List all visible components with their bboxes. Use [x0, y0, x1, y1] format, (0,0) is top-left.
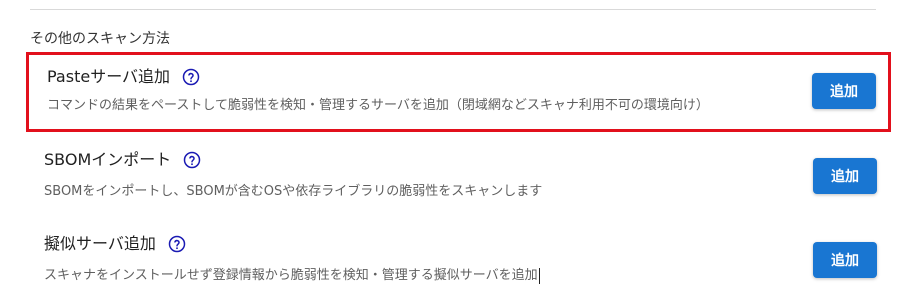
item-title-container: 擬似サーバ追加 [44, 234, 186, 254]
help-circle-icon[interactable] [168, 235, 186, 253]
text-cursor [538, 267, 540, 284]
scan-method-pseudo-server: 擬似サーバ追加 スキャナをインストールせず登録情報から脆弱性を検知・管理する擬似… [26, 226, 891, 298]
scan-method-paste-server: Pasteサーバ追加 コマンドの結果をペーストして脆弱性を検知・管理するサーバを… [26, 52, 891, 132]
top-divider [30, 9, 876, 10]
item-title-container: SBOMインポート [44, 150, 201, 170]
item-title: 擬似サーバ追加 [44, 234, 156, 253]
item-title: SBOMインポート [44, 150, 172, 169]
item-title-container: Pasteサーバ追加 [47, 67, 200, 87]
item-title: Pasteサーバ追加 [47, 67, 171, 86]
section-title: その他のスキャン方法 [30, 31, 170, 47]
help-circle-icon[interactable] [182, 68, 200, 86]
add-pseudo-server-button[interactable]: 追加 [813, 242, 877, 278]
add-sbom-import-button[interactable]: 追加 [813, 158, 877, 194]
item-description: スキャナをインストールせず登録情報から脆弱性を検知・管理する擬似サーバを追加 [44, 268, 538, 283]
scan-method-sbom-import: SBOMインポート SBOMをインポートし、SBOMが含むOSや依存ライブラリの… [26, 142, 891, 214]
help-circle-icon[interactable] [183, 151, 201, 169]
add-paste-server-button[interactable]: 追加 [812, 73, 876, 109]
item-description-container: スキャナをインストールせず登録情報から脆弱性を検知・管理する擬似サーバを追加 [44, 267, 540, 285]
item-description: SBOMをインポートし、SBOMが含むOSや依存ライブラリの脆弱性をスキャンしま… [44, 184, 543, 199]
item-description: コマンドの結果をペーストして脆弱性を検知・管理するサーバを追加（閉域網などスキャ… [47, 98, 709, 113]
